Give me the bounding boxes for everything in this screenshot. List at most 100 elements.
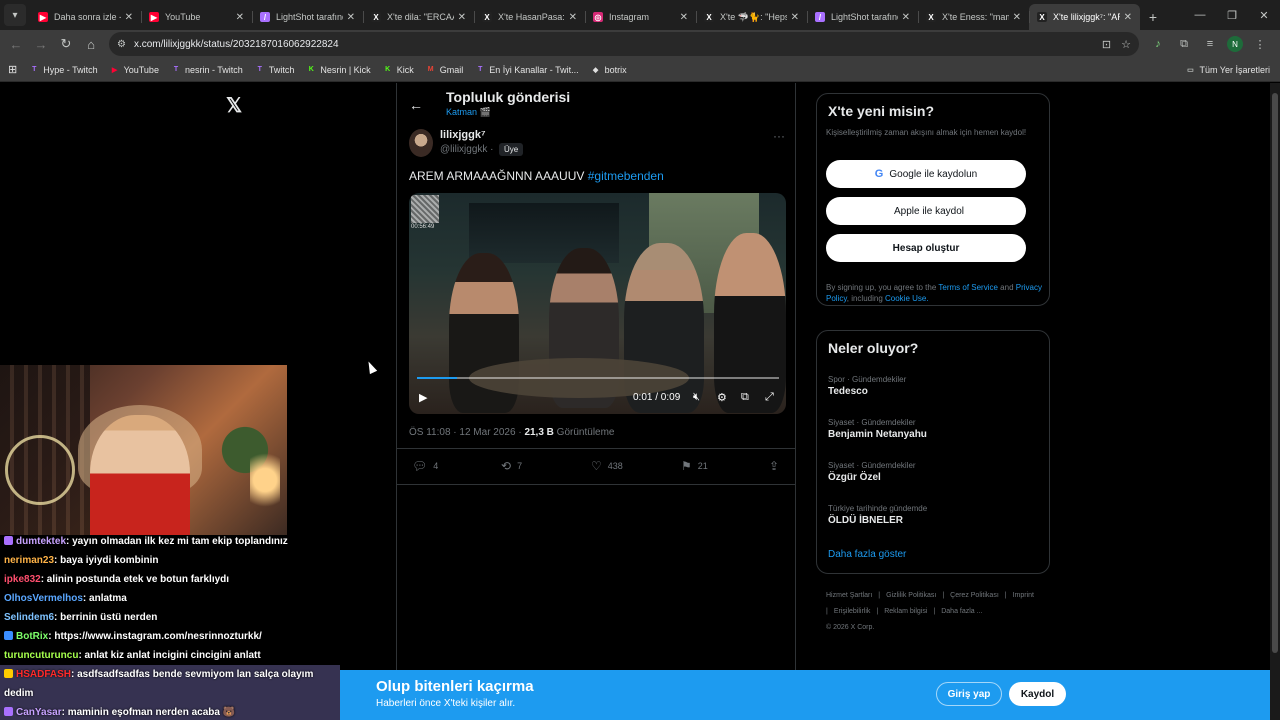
address-bar[interactable]: ⚙ x.com/lilixjggkk/status/20321870160629… [109, 32, 1139, 56]
audio-playing-icon[interactable]: ♪ [1149, 38, 1167, 50]
tab-9[interactable]: X X'te lilixjggk⁷: "AR ✕ [1029, 4, 1140, 30]
tab-close-icon[interactable]: ✕ [347, 12, 355, 23]
hashtag-link[interactable]: #gitmebenden [588, 169, 664, 183]
footer-link[interactable]: Imprint [1013, 592, 1034, 599]
footer-link[interactable]: Hizmet Şartları [826, 592, 872, 599]
tab-favicon-icon: / [815, 12, 825, 22]
x-logo-icon[interactable]: 𝕏 [226, 93, 242, 118]
bookmark-button[interactable]: ⚑ 21 [681, 459, 708, 473]
tab-close-icon[interactable]: ✕ [1124, 12, 1132, 23]
page-scrollbar[interactable] [1270, 83, 1280, 720]
footer-link[interactable]: Erişilebilirlik [834, 608, 871, 615]
bookmark-item[interactable]: K Kick [383, 65, 414, 75]
reload-icon[interactable]: ↻ [54, 32, 78, 56]
tab-4[interactable]: X X'te HasanPasa: "y ✕ [474, 4, 585, 30]
footer-link[interactable]: Çerez Politikası [950, 592, 999, 599]
tab-close-icon[interactable]: ✕ [902, 12, 910, 23]
post-timestamp[interactable]: ÖS 11:08 · 12 Mar 2026 · [409, 427, 524, 438]
maximize-icon[interactable]: ❐ [1216, 0, 1248, 30]
google-signup-button[interactable]: G Google ile kaydolun [826, 160, 1026, 188]
bookmark-item[interactable]: M Gmail [426, 65, 463, 75]
like-button[interactable]: ♡ 438 [591, 459, 623, 473]
fullscreen-icon[interactable]: ⤢ [765, 391, 774, 404]
bookmark-item[interactable]: ◆ botrix [591, 65, 627, 75]
browser-menu-icon[interactable]: ⋮ [1251, 38, 1269, 51]
tab-search-icon[interactable]: ▾ [4, 4, 26, 26]
bookmark-item[interactable]: Tnesrin - Twitch [171, 65, 243, 75]
play-icon[interactable]: ▶ [419, 391, 427, 404]
author-avatar[interactable] [409, 129, 433, 157]
footer-link[interactable]: Daha fazla ... [941, 608, 982, 615]
new-tab-button[interactable]: + [1140, 4, 1166, 30]
back-icon[interactable]: ← [4, 32, 28, 56]
footer-separator: | [933, 608, 936, 615]
scrollbar-thumb[interactable] [1272, 93, 1278, 653]
minimize-icon[interactable]: — [1184, 0, 1216, 30]
tab-5[interactable]: ◎ Instagram ✕ [585, 4, 696, 30]
media-control-icon[interactable]: ≡ [1201, 38, 1219, 50]
login-button[interactable]: Giriş yap [936, 682, 1002, 706]
tab-favicon-icon: / [260, 12, 270, 22]
share-button[interactable]: ⇪ [769, 459, 779, 473]
signup-button[interactable]: Kaydol [1009, 682, 1066, 706]
tab-close-icon[interactable]: ✕ [1013, 12, 1021, 23]
footer-link[interactable]: © 2026 X Corp. [826, 624, 874, 631]
tab-7[interactable]: / LightShot tarafından ✕ [807, 4, 918, 30]
author-name[interactable]: lilixjggk⁷ [440, 129, 486, 141]
footer-link[interactable]: Reklam bilgisi [884, 608, 927, 615]
site-info-icon[interactable]: ⚙ [117, 39, 126, 50]
apps-grid-icon[interactable]: ⊞ [8, 63, 17, 76]
close-window-icon[interactable]: ✕ [1248, 0, 1280, 30]
cookie-use-link[interactable]: Cookie Use. [885, 294, 929, 303]
trend-item[interactable]: Spor · Gündemdekiler Tedesco [828, 375, 906, 397]
chat-message: dedim [0, 684, 340, 703]
terms-of-service-link[interactable]: Terms of Service [938, 283, 998, 292]
tab-2[interactable]: / LightShot tarafından ✕ [252, 4, 363, 30]
tab-close-icon[interactable]: ✕ [791, 12, 799, 23]
video-progress-bar[interactable] [417, 377, 779, 379]
tab-close-icon[interactable]: ✕ [125, 12, 133, 23]
tab-1[interactable]: ▶ YouTube ✕ [141, 4, 252, 30]
bookmark-item[interactable]: T Hype - Twitch [29, 65, 98, 75]
author-handle[interactable]: @lilixjggkk · [440, 144, 494, 155]
tab-0[interactable]: ▶ Daha sonra izle - Y ✕ [30, 4, 141, 30]
url-text[interactable]: x.com/lilixjggkk/status/2032187016062922… [134, 39, 1092, 50]
tab-6[interactable]: X X'te 🦈🐈: "Hepsi ✕ [696, 4, 807, 30]
settings-gear-icon[interactable]: ⚙ [717, 391, 727, 404]
reply-button[interactable]: 💬︎ 4 [412, 459, 438, 473]
mute-icon[interactable]: 🔇︎ [693, 391, 700, 404]
repost-button[interactable]: ⟲ 7 [501, 459, 522, 473]
bookmark-item[interactable]: T Twitch [255, 65, 295, 75]
back-arrow-icon[interactable]: ← [409, 97, 423, 113]
bookmark-list: T Hype - Twitch ▶ YouTube Tnesrin - Twitch T T… [29, 65, 638, 75]
video-player[interactable]: 00:56:49 ▶ 0:01 / 0:09 🔇︎ ⚙ ⧉ ⤢ [409, 193, 786, 414]
install-app-icon[interactable]: ⊡ [1102, 38, 1111, 51]
trend-context: Spor · Gündemdekiler [828, 375, 907, 384]
bookmark-item[interactable]: K Nesrin | Kick [306, 65, 371, 75]
more-options-icon[interactable]: ··· [773, 129, 785, 143]
show-more-link[interactable]: Daha fazla göster [828, 549, 906, 560]
trend-item[interactable]: Siyaset · Gündemdekiler Benjamin Netanyah… [828, 418, 927, 440]
forward-icon[interactable]: → [29, 32, 53, 56]
tab-close-icon[interactable]: ✕ [680, 12, 688, 23]
create-account-button[interactable]: Hesap oluştur [826, 234, 1026, 262]
footer-link[interactable]: Gizlilik Politikası [886, 592, 936, 599]
bookmark-item[interactable]: ▶ YouTube [110, 65, 159, 75]
trend-item[interactable]: Türkiye tarihinde gündemde ÖLDÜ İBNELER [828, 504, 927, 526]
bookmark-item[interactable]: T En İyi Kanallar - Twit... [475, 65, 579, 75]
picture-in-picture-icon[interactable]: ⧉ [741, 391, 749, 404]
tab-close-icon[interactable]: ✕ [569, 12, 577, 23]
tab-label: LightShot tarafından [276, 12, 343, 22]
tab-3[interactable]: X X'te dila: "ERCAAN ✕ [363, 4, 474, 30]
extensions-icon[interactable]: ⧉ [1175, 38, 1193, 51]
trend-item[interactable]: Siyaset · Gündemdekiler Özgür Özel [828, 461, 916, 483]
all-bookmarks-folder[interactable]: ▭ Tüm Yer İşaretleri [1185, 65, 1270, 75]
bookmark-star-icon[interactable]: ☆ [1121, 38, 1131, 51]
apple-signup-button[interactable]: Apple ile kaydol [826, 197, 1026, 225]
tab-close-icon[interactable]: ✕ [236, 12, 244, 23]
profile-avatar[interactable]: N [1227, 36, 1243, 52]
tab-close-icon[interactable]: ✕ [458, 12, 466, 23]
community-link[interactable]: Katman 🎬 [446, 107, 491, 118]
home-icon[interactable]: ⌂ [79, 32, 103, 56]
tab-8[interactable]: X X'te Eness: "mam ✕ [918, 4, 1029, 30]
